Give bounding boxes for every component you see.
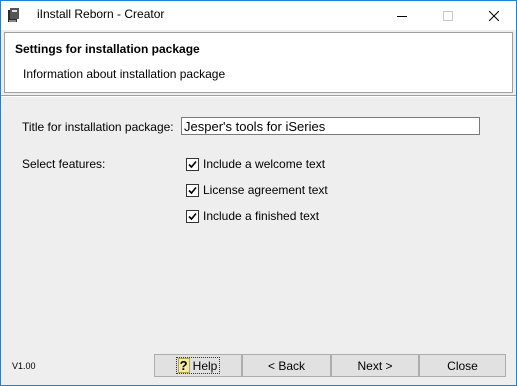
title-label: Title for installation package:	[22, 120, 174, 134]
close-window-button[interactable]	[471, 1, 517, 30]
close-button[interactable]: Close	[419, 354, 506, 377]
feature-label: License agreement text	[203, 183, 328, 197]
checkbox-box[interactable]	[186, 157, 199, 171]
feature-license-checkbox[interactable]: License agreement text	[186, 182, 328, 198]
header-divider	[1, 95, 516, 97]
help-label: Help	[192, 358, 218, 373]
features-label: Select features:	[22, 157, 106, 171]
installer-window: iInstall Reborn - Creator Settings for i…	[0, 0, 517, 386]
help-button[interactable]: ? Help	[154, 354, 242, 377]
header-subtitle: Information about installation package	[23, 67, 226, 81]
wizard-header: Settings for installation package Inform…	[4, 32, 513, 93]
close-icon	[489, 10, 499, 21]
feature-finished-checkbox[interactable]: Include a finished text	[186, 208, 319, 224]
checkbox-box[interactable]	[186, 183, 199, 197]
window-title: iInstall Reborn - Creator	[37, 7, 165, 21]
checkmark-icon	[188, 186, 197, 194]
feature-label: Include a finished text	[203, 209, 320, 223]
feature-label: Include a welcome text	[203, 157, 326, 171]
maximize-button[interactable]	[425, 1, 471, 30]
checkmark-icon	[188, 212, 197, 220]
help-focus-ring: ? Help	[175, 357, 221, 374]
next-button[interactable]: Next >	[331, 354, 419, 377]
package-title-input[interactable]	[181, 117, 480, 135]
app-icon	[7, 7, 21, 23]
title-bar[interactable]: iInstall Reborn - Creator	[1, 1, 516, 30]
minimize-button[interactable]	[379, 1, 425, 30]
checkmark-icon	[188, 160, 197, 168]
checkbox-box[interactable]	[186, 209, 199, 223]
header-title: Settings for installation package	[15, 42, 200, 56]
back-button[interactable]: < Back	[242, 354, 331, 377]
minimize-icon	[397, 15, 407, 17]
help-icon: ?	[177, 358, 190, 373]
version-label: V1.00	[12, 361, 36, 371]
maximize-icon	[443, 10, 453, 21]
feature-welcome-checkbox[interactable]: Include a welcome text	[186, 156, 325, 172]
